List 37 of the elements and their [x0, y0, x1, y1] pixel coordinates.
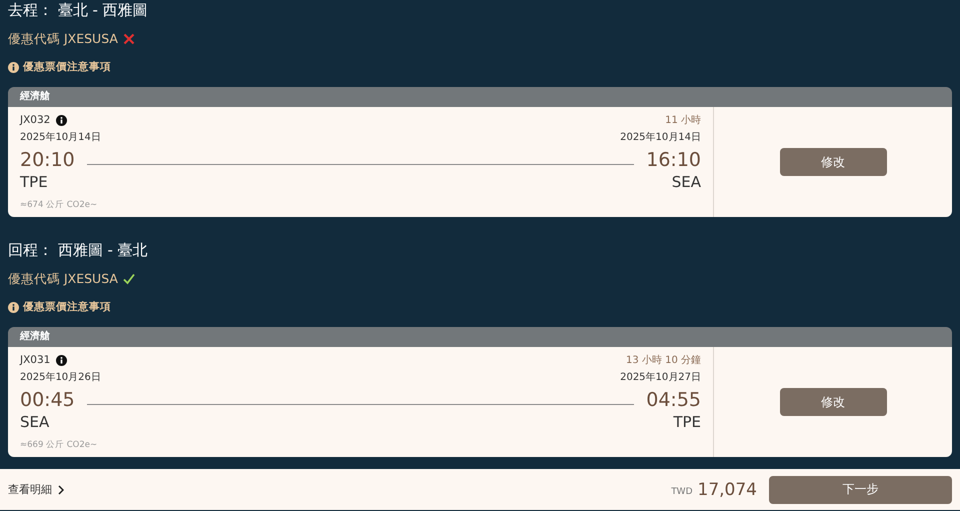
departure-time: 00:45 [20, 388, 75, 412]
promo-code: 優惠代碼 JXESUSA [8, 30, 118, 48]
flight-number: JX032 [20, 114, 50, 126]
co2-estimate: ≈674 公斤 CO2e~ [20, 200, 98, 210]
duration: 13 小時 10 分鐘 [626, 354, 701, 367]
info-icon [56, 354, 68, 366]
flight-number: JX031 [20, 354, 50, 366]
duration: 11 小時 [665, 114, 701, 127]
view-details-link[interactable]: 查看明細 [8, 482, 52, 497]
leg-title: 回程： 西雅圖 - 臺北 [8, 240, 149, 260]
arrival-time: 04:55 [646, 388, 701, 412]
cabin-header: 經濟艙 [8, 327, 952, 347]
info-icon [8, 302, 19, 312]
currency: TWD [671, 486, 693, 496]
departure-date: 2025年10月14日 [20, 131, 101, 145]
co2-estimate: ≈669 公斤 CO2e~ [20, 440, 98, 450]
fare-notice-link[interactable]: 優惠票價注意事項 [23, 60, 111, 74]
arrival-airport: SEA [672, 172, 701, 192]
modify-button[interactable]: 修改 [780, 388, 886, 416]
chevron-right-icon [58, 484, 64, 494]
total-price: 17,074 [698, 480, 757, 500]
info-icon [56, 114, 68, 126]
arrival-time: 16:10 [646, 148, 701, 172]
next-button[interactable]: 下一步 [769, 476, 952, 504]
departure-airport: SEA [20, 412, 50, 432]
modify-button[interactable]: 修改 [780, 148, 886, 176]
promo-code: 優惠代碼 JXESUSA [8, 270, 118, 288]
arrival-date: 2025年10月14日 [620, 131, 701, 145]
departure-date: 2025年10月26日 [20, 371, 101, 385]
info-icon [8, 62, 19, 72]
departure-time: 20:10 [20, 148, 75, 172]
fare-notice-link[interactable]: 優惠票價注意事項 [23, 300, 111, 314]
leg-title: 去程： 臺北 - 西雅圖 [8, 0, 149, 20]
arrival-airport: TPE [673, 412, 701, 432]
departure-airport: TPE [20, 172, 48, 192]
cabin-header: 經濟艙 [8, 87, 952, 107]
arrival-date: 2025年10月27日 [620, 371, 701, 385]
